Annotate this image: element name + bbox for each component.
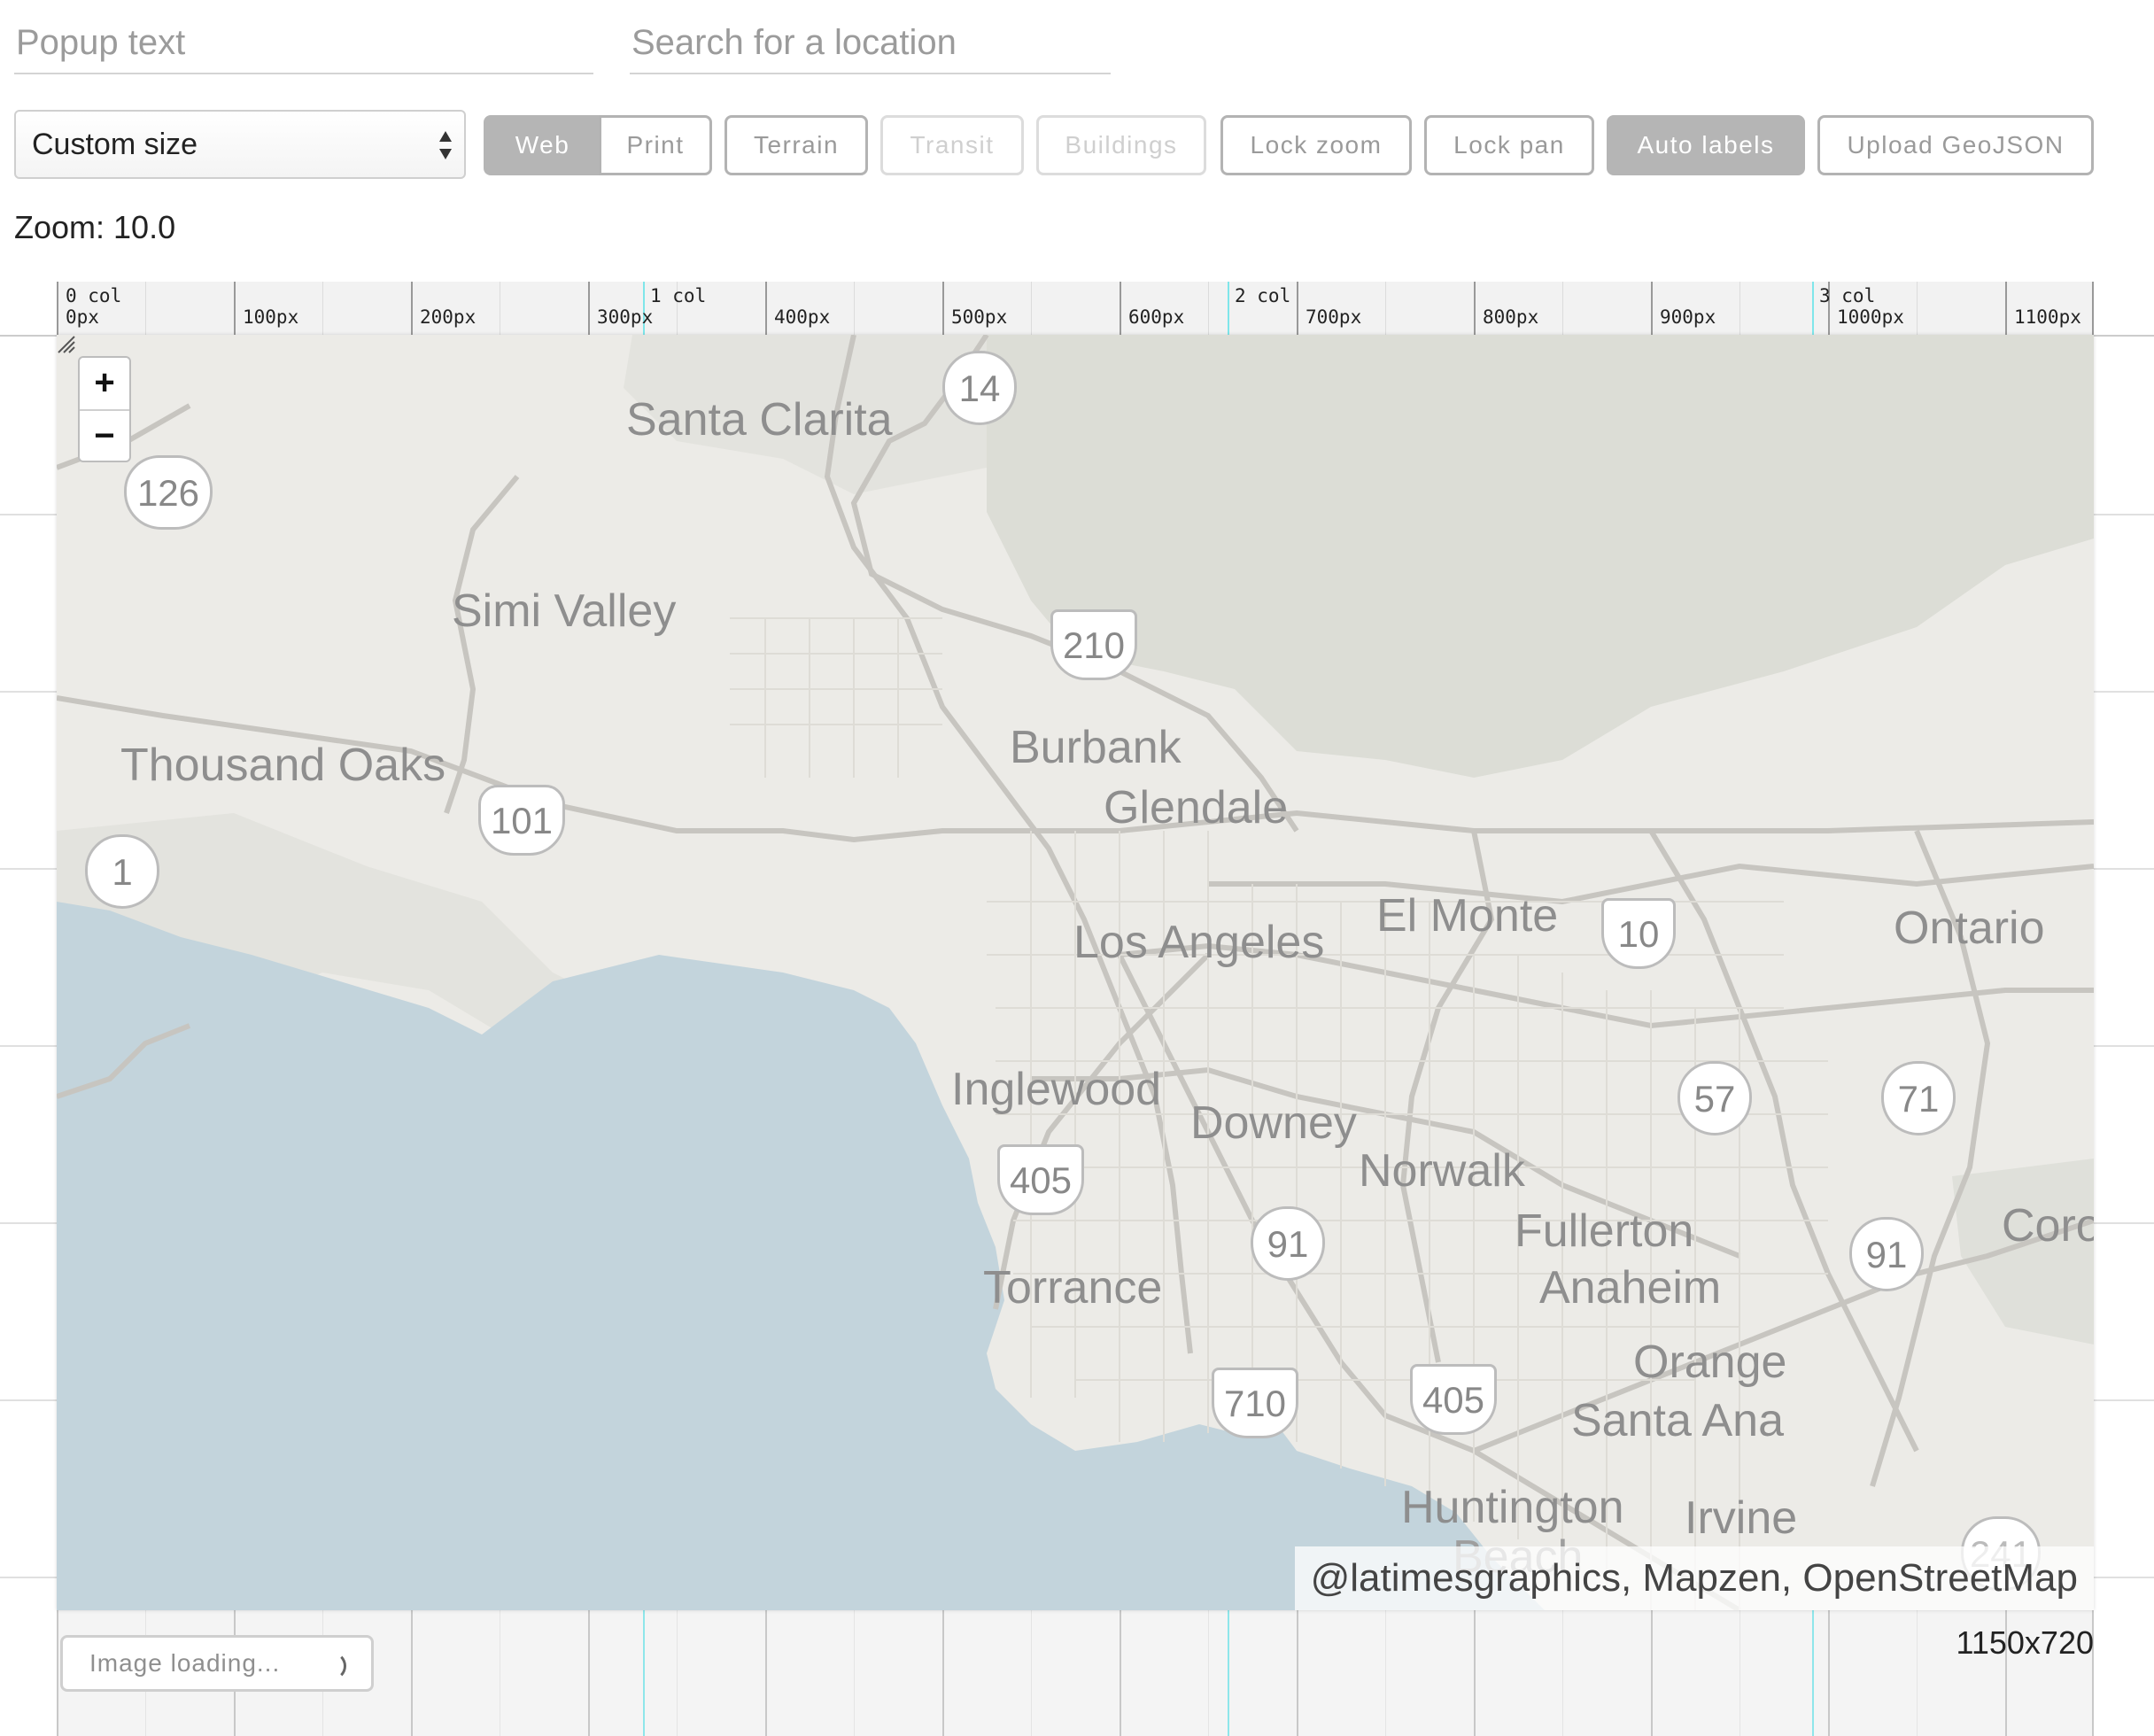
- ruler-px-label: 800px: [1483, 306, 1539, 328]
- attribution-text: @latimesgraphics, Mapzen, OpenStreetMap: [1310, 1556, 2078, 1600]
- highway-shield: 14: [942, 351, 1017, 425]
- place-label: Inglewood: [951, 1064, 1162, 1115]
- highway-shield: 91: [1251, 1206, 1325, 1281]
- image-loading-button[interactable]: Image loading...: [60, 1635, 374, 1692]
- resize-handle-icon[interactable]: [57, 335, 76, 354]
- place-label: Simi Valley: [452, 585, 677, 637]
- highway-shield: 10: [1601, 898, 1676, 969]
- highway-shield: 91: [1849, 1217, 1924, 1291]
- spinner-icon: [318, 1652, 346, 1680]
- lock-zoom-button[interactable]: Lock zoom: [1220, 115, 1412, 175]
- ruler-col-label: 3 col: [1819, 285, 1876, 306]
- place-label: Torrance: [983, 1262, 1163, 1314]
- ruler-px-label: 100px: [243, 306, 299, 328]
- ruler-px-label: 300px: [597, 306, 654, 328]
- zoom-in-button[interactable]: +: [80, 358, 129, 411]
- ruler-px-label: 900px: [1660, 306, 1716, 328]
- terrain-button[interactable]: Terrain: [724, 115, 868, 175]
- place-label: Los Angeles: [1073, 917, 1325, 968]
- map-attribution: @latimesgraphics, Mapzen, OpenStreetMap: [1294, 1546, 2094, 1610]
- place-label: Downey: [1190, 1097, 1357, 1149]
- size-select-value: Custom size: [32, 128, 198, 161]
- map-tiles: [57, 335, 2094, 1610]
- zoom-level-text: Zoom: 10.0: [14, 209, 176, 245]
- ruler-col-label: 1 col: [650, 285, 707, 306]
- print-button[interactable]: Print: [599, 115, 712, 175]
- place-label: Orange: [1633, 1337, 1787, 1388]
- highway-shield: 210: [1050, 609, 1137, 680]
- ruler-px-label: 500px: [951, 306, 1008, 328]
- buildings-button[interactable]: Buildings: [1036, 115, 1206, 175]
- place-label: Norwalk: [1359, 1145, 1525, 1197]
- place-label: Burbank: [1010, 722, 1182, 773]
- ruler-col-label: 0 col: [66, 285, 122, 306]
- zoom-out-button[interactable]: −: [80, 411, 129, 462]
- place-label: Ontario: [1894, 903, 2045, 954]
- upload-geojson-button[interactable]: Upload GeoJSON: [1817, 115, 2094, 175]
- place-label: Thousand Oaks: [120, 740, 446, 791]
- ruler-px-label: 0px: [66, 306, 99, 328]
- place-label: El Monte: [1376, 890, 1559, 942]
- highway-shield: 710: [1212, 1368, 1298, 1438]
- ruler-col-label: 2 col: [1235, 285, 1291, 306]
- map-canvas[interactable]: Santa Clarita Simi Valley Thousand Oaks …: [57, 335, 2094, 1610]
- place-label: Santa Clarita: [626, 394, 893, 446]
- place-label: Huntington: [1401, 1482, 1624, 1533]
- select-arrows-icon: [439, 131, 452, 159]
- highway-shield: 101: [478, 785, 565, 856]
- place-label: Glendale: [1104, 782, 1289, 833]
- ruler-px-label: 600px: [1128, 306, 1185, 328]
- ruler-px-label: 400px: [774, 306, 831, 328]
- lock-pan-button[interactable]: Lock pan: [1424, 115, 1594, 175]
- transit-button[interactable]: Transit: [880, 115, 1024, 175]
- place-label: Coro: [2002, 1200, 2094, 1252]
- place-label: Irvine: [1685, 1492, 1798, 1544]
- place-label: Anaheim: [1539, 1262, 1722, 1314]
- ruler-px-label: 1100px: [2014, 306, 2081, 328]
- ruler-px-label: 1000px: [1837, 306, 1904, 328]
- place-label: Fullerton: [1515, 1205, 1694, 1257]
- highway-shield: 1: [85, 834, 159, 909]
- map-dimensions: 1150x720: [1956, 1624, 2094, 1661]
- web-button[interactable]: Web: [484, 115, 599, 175]
- auto-labels-button[interactable]: Auto labels: [1607, 115, 1805, 175]
- highway-shield: 126: [124, 455, 213, 530]
- location-search-input[interactable]: [630, 12, 1111, 74]
- highway-shield: 57: [1677, 1061, 1752, 1135]
- size-select[interactable]: Custom size: [14, 110, 466, 179]
- map-zoom-control: + −: [78, 356, 131, 462]
- highway-shield: 71: [1881, 1061, 1956, 1135]
- popup-text-input[interactable]: [14, 12, 593, 74]
- ruler-px-label: 700px: [1306, 306, 1362, 328]
- ruler-px-label: 200px: [420, 306, 477, 328]
- place-label: Santa Ana: [1571, 1395, 1784, 1446]
- highway-shield: 405: [997, 1144, 1084, 1215]
- highway-shield: 405: [1410, 1364, 1497, 1435]
- loading-label: Image loading...: [89, 1649, 281, 1677]
